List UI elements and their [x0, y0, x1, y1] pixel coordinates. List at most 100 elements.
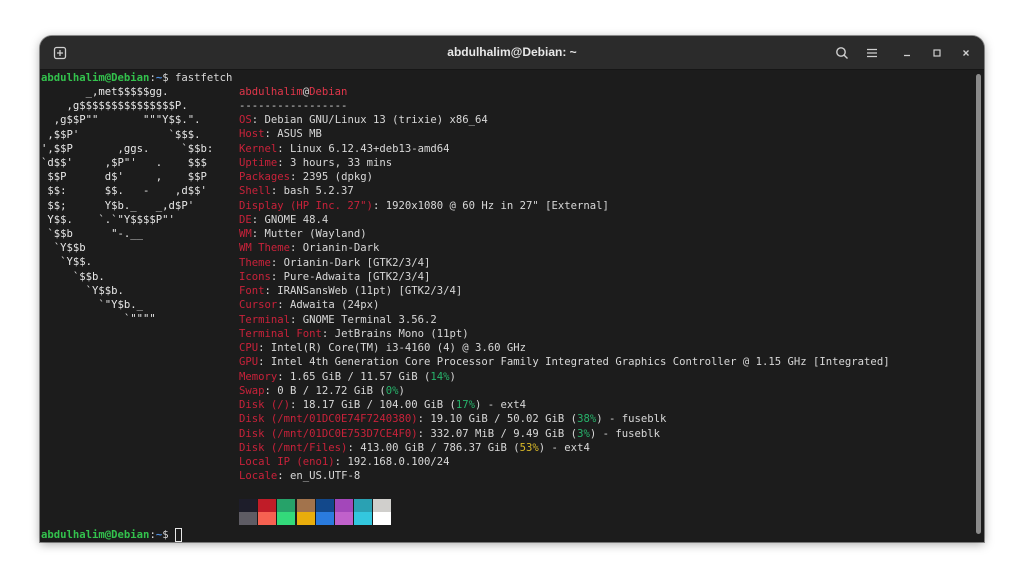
- info-value: Adwaita (24px): [290, 299, 380, 312]
- info-key: OS: [239, 114, 252, 126]
- info-tail: ): [398, 384, 405, 397]
- info-value: Orianin-Dark: [302, 242, 380, 255]
- info-value: Orianin-Dark [GTK2/3/4]: [283, 256, 431, 269]
- info-value: 332.07 MiB / 9.49 GiB (: [430, 427, 578, 440]
- search-button[interactable]: [831, 42, 853, 64]
- info-key: Disk (/mnt/Files): [239, 441, 348, 454]
- info-value: 19.10 GiB / 50.02 GiB (: [430, 413, 578, 426]
- info-tail: ) - ext4: [475, 399, 527, 411]
- maximize-icon: [933, 49, 941, 57]
- info-tail: ): [449, 370, 456, 383]
- info-key: DE: [239, 213, 252, 226]
- info-row: Disk (/): 18.17 GiB / 104.00 GiB (17%) -…: [239, 399, 527, 411]
- prompt-user: abdulhalim@Debian: [41, 72, 150, 84]
- info-value: Mutter (Wayland): [264, 228, 367, 240]
- logo-line: $$: $$. - ,d$$': [41, 185, 207, 198]
- info-key: Icons: [239, 270, 271, 283]
- info-row: Cursor: Adwaita (24px): [239, 299, 380, 312]
- logo-line: `Y$$b: [41, 242, 86, 255]
- info-percent: 17%: [455, 399, 476, 411]
- info-key: GPU: [239, 356, 259, 369]
- info-key: Memory: [239, 370, 278, 383]
- info-row: GPU: Intel 4th Generation Core Processor…: [239, 356, 890, 369]
- info-value: Intel 4th Generation Core Processor Fami…: [270, 356, 890, 369]
- info-value: 0 B / 12.72 GiB (: [277, 384, 386, 397]
- info-key: CPU: [239, 342, 259, 354]
- prompt-sign: $: [162, 529, 169, 541]
- scrollbar[interactable]: [976, 74, 981, 534]
- info-percent: 38%: [577, 413, 597, 426]
- info-value: bash 5.2.37: [283, 185, 354, 198]
- logo-line: `"Y$b._: [41, 299, 144, 311]
- info-key: Disk (/mnt/01DC0E753D7CE4F0): [239, 427, 418, 440]
- info-key: Terminal Font: [239, 327, 322, 340]
- info-row: Packages: 2395 (dpkg): [239, 171, 373, 183]
- info-row: Host: ASUS MB: [239, 128, 322, 141]
- info-key: Swap: [239, 384, 265, 397]
- logo-line: ,$$P' `$$$.: [41, 128, 201, 141]
- info-row: DE: GNOME 48.4: [239, 213, 329, 226]
- info-key: Kernel: [239, 142, 278, 155]
- info-key: Terminal: [239, 313, 291, 326]
- info-percent: 14%: [430, 370, 450, 383]
- palette-swatch: [239, 499, 257, 512]
- info-percent: 53%: [519, 441, 539, 454]
- info-value: JetBrains Mono (11pt): [334, 327, 469, 340]
- minimize-button[interactable]: [896, 42, 918, 64]
- info-value: Linux 6.12.43+deb13-amd64: [290, 142, 450, 155]
- search-icon: [836, 47, 848, 59]
- info-row: Swap: 0 B / 12.72 GiB (0%): [239, 384, 405, 397]
- info-row: Font: IRANSansWeb (11pt) [GTK2/3/4]: [239, 285, 463, 297]
- palette-swatch: [335, 499, 353, 512]
- info-key: Theme: [239, 256, 271, 269]
- info-value: ASUS MB: [277, 128, 322, 141]
- hamburger-menu-icon: [867, 48, 877, 58]
- palette-swatch: [239, 512, 257, 525]
- logo-line: `Y$$.: [41, 256, 93, 269]
- info-row: OS: Debian GNU/Linux 13 (trixie) x86_64: [239, 114, 488, 126]
- info-key: Uptime: [239, 156, 278, 169]
- info-row: Display (HP Inc. 27"): 1920x1080 @ 60 Hz…: [239, 199, 609, 212]
- logo-line: `$$b.: [41, 270, 105, 283]
- info-value: 18.17 GiB / 104.00 GiB (: [302, 399, 456, 411]
- info-value: IRANSansWeb (11pt) [GTK2/3/4]: [277, 285, 463, 297]
- logo-line: `"""": [41, 313, 156, 326]
- close-icon: [963, 50, 969, 56]
- info-row: Kernel: Linux 6.12.43+deb13-amd64: [239, 142, 450, 155]
- title-bar: abdulhalim@Debian: ~: [40, 36, 984, 70]
- info-header: abdulhalim@Debian: [239, 85, 347, 99]
- palette-swatch: [354, 512, 373, 525]
- info-key: Disk (/): [239, 399, 291, 411]
- terminal-output[interactable]: abdulhalim@Debian:~$ fastfetch _,met$$$$…: [40, 70, 984, 542]
- info-row: Local IP (eno1): 192.168.0.100/24: [239, 456, 450, 468]
- logo-line: `d$$' ,$P"' . $$$: [41, 157, 207, 169]
- palette-swatch: [373, 512, 392, 525]
- palette-swatch: [373, 499, 392, 512]
- maximize-button[interactable]: [926, 42, 948, 64]
- palette-swatch: [354, 499, 373, 512]
- palette-swatch: [258, 499, 277, 512]
- close-button[interactable]: [955, 42, 977, 64]
- info-value: 1.65 GiB / 11.57 GiB (: [290, 370, 431, 383]
- info-row: Disk (/mnt/01DC0E74F7240380): 19.10 GiB …: [239, 413, 667, 426]
- info-row: Locale: en_US.UTF-8: [239, 470, 361, 483]
- info-value: 2395 (dpkg): [302, 171, 373, 183]
- info-row: Uptime: 3 hours, 33 mins: [239, 156, 393, 169]
- info-key: WM Theme: [239, 242, 291, 255]
- info-key: Shell: [239, 185, 271, 198]
- info-key: Cursor: [239, 299, 278, 312]
- info-row: Disk (/mnt/01DC0E753D7CE4F0): 332.07 MiB…: [239, 427, 660, 440]
- text-cursor: [175, 528, 182, 542]
- palette-swatch: [296, 499, 315, 512]
- logo-line: `Y$$b.: [41, 284, 124, 297]
- info-key: Host: [239, 128, 265, 141]
- info-row: CPU: Intel(R) Core(TM) i3-4160 (4) @ 3.6…: [239, 342, 527, 354]
- menu-button[interactable]: [861, 42, 883, 64]
- logo-line: $$P d$' , $$P: [41, 171, 207, 184]
- info-value: Intel(R) Core(TM) i3-4160 (4) @ 3.60 GHz: [270, 342, 527, 354]
- info-value: Debian GNU/Linux 13 (trixie) x86_64: [264, 114, 488, 126]
- info-row: Disk (/mnt/Files): 413.00 GiB / 786.37 G…: [239, 441, 590, 454]
- info-value: Pure-Adwaita [GTK2/3/4]: [283, 270, 431, 283]
- logo-line: ,g$$P"" """Y$$.".: [41, 114, 201, 127]
- info-value: 3 hours, 33 mins: [290, 156, 393, 169]
